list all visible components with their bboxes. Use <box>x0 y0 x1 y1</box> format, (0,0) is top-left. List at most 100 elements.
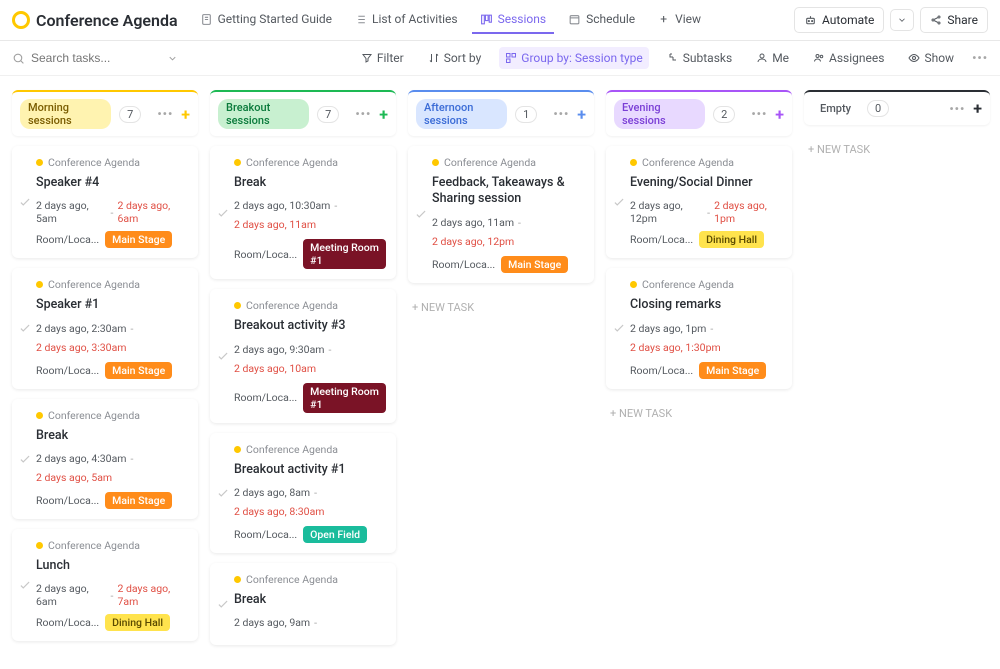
card-project: Conference Agenda <box>432 156 584 169</box>
location-label: Room/Loca... <box>36 233 99 246</box>
new-task-button[interactable]: + NEW TASK <box>408 293 594 322</box>
check-icon[interactable] <box>18 452 32 466</box>
me-button[interactable]: Me <box>750 47 795 69</box>
column-header: Evening sessions 2 ••• + <box>606 90 792 136</box>
share-icon <box>930 14 942 26</box>
project-dot-icon <box>234 446 241 453</box>
card-title: Feedback, Takeaways & Sharing session <box>432 175 584 208</box>
card-start: 2 days ago, 11am- <box>432 216 584 229</box>
project-dot-icon <box>234 302 241 309</box>
tab-getting-started[interactable]: Getting Started Guide <box>192 6 340 34</box>
column-count: 7 <box>119 106 141 123</box>
location-tag: Main Stage <box>699 362 766 379</box>
search-input[interactable] <box>31 51 161 65</box>
tab-add-view[interactable]: + View <box>649 6 709 34</box>
task-card[interactable]: Conference Agenda Breakout activity #1 2… <box>210 433 396 553</box>
task-card[interactable]: Conference Agenda Speaker #1 2 days ago,… <box>12 268 198 388</box>
check-icon[interactable] <box>216 597 230 611</box>
tab-label: View <box>675 12 701 26</box>
new-task-button[interactable]: + NEW TASK <box>804 135 990 164</box>
subtasks-button[interactable]: Subtasks <box>661 47 738 69</box>
tab-sessions[interactable]: Sessions <box>472 6 554 34</box>
column-count: 0 <box>867 100 889 117</box>
check-icon[interactable] <box>216 486 230 500</box>
task-card[interactable]: Conference Agenda Evening/Social Dinner … <box>606 146 792 258</box>
task-card[interactable]: Conference Agenda Break 2 days ago, 9am- <box>210 563 396 645</box>
add-card-button[interactable]: + <box>973 99 982 118</box>
tab-list-activities[interactable]: List of Activities <box>346 6 466 34</box>
card-project: Conference Agenda <box>234 573 386 586</box>
column-menu[interactable]: ••• <box>751 107 767 121</box>
project-dot-icon <box>36 542 43 549</box>
top-bar: Conference Agenda Getting Started Guide … <box>0 0 1000 41</box>
card-location-row: Room/Loca...Main Stage <box>36 492 188 509</box>
check-icon[interactable] <box>612 321 626 335</box>
location-tag: Open Field <box>303 526 367 543</box>
show-button[interactable]: Show <box>902 47 960 69</box>
assignees-button[interactable]: Assignees <box>807 47 890 69</box>
check-icon[interactable] <box>216 206 230 220</box>
filter-button[interactable]: Filter <box>355 47 410 69</box>
card-location-row: Room/Loca...Main Stage <box>432 256 584 273</box>
chevron-down-icon <box>897 15 907 25</box>
column-header: Empty 0 ••• + <box>804 90 990 125</box>
check-icon[interactable] <box>216 349 230 363</box>
sort-button[interactable]: Sort by <box>422 47 488 69</box>
column-menu[interactable]: ••• <box>949 102 965 116</box>
project-dot-icon <box>36 412 43 419</box>
task-card[interactable]: Conference Agenda Break 2 days ago, 10:3… <box>210 146 396 279</box>
more-menu[interactable]: ••• <box>972 51 988 65</box>
automate-button[interactable]: Automate <box>794 7 884 33</box>
task-card[interactable]: Conference Agenda Feedback, Takeaways & … <box>408 146 594 283</box>
column-pill: Empty <box>812 100 859 117</box>
tab-schedule[interactable]: Schedule <box>560 6 643 34</box>
location-label: Room/Loca... <box>630 364 693 377</box>
column-menu[interactable]: ••• <box>157 107 173 121</box>
task-card[interactable]: Conference Agenda Closing remarks 2 days… <box>606 268 792 388</box>
column: Evening sessions 2 ••• + Conference Agen… <box>606 90 792 428</box>
chevron-down-icon[interactable] <box>167 53 178 64</box>
add-card-button[interactable]: + <box>379 105 388 124</box>
card-due: 2 days ago, 12pm <box>432 235 584 248</box>
automate-dropdown[interactable] <box>890 9 914 31</box>
task-card[interactable]: Conference Agenda Lunch 2 days ago, 6am-… <box>12 529 198 641</box>
share-button[interactable]: Share <box>920 7 988 33</box>
column-count: 7 <box>317 106 339 123</box>
card-dates: 2 days ago, 6am-2 days ago, 7am <box>36 582 188 608</box>
card-title: Evening/Social Dinner <box>630 175 782 191</box>
check-icon[interactable] <box>18 321 32 335</box>
column-pill: Afternoon sessions <box>416 99 507 129</box>
column: Afternoon sessions 1 ••• + Conference Ag… <box>408 90 594 322</box>
task-card[interactable]: Conference Agenda Break 2 days ago, 4:30… <box>12 399 198 519</box>
location-label: Room/Loca... <box>630 233 693 246</box>
card-location-row: Room/Loca...Meeting Room #1 <box>234 239 386 269</box>
card-start: 2 days ago, 8am- <box>234 486 386 499</box>
new-task-button[interactable]: + NEW TASK <box>606 399 792 428</box>
column-menu[interactable]: ••• <box>553 107 569 121</box>
location-tag: Dining Hall <box>699 231 764 248</box>
plus-icon: + <box>657 13 670 26</box>
card-dates: 2 days ago, 5am-2 days ago, 6am <box>36 199 188 225</box>
search-icon <box>12 52 25 65</box>
column-menu[interactable]: ••• <box>355 107 371 121</box>
check-icon[interactable] <box>414 207 428 221</box>
add-card-button[interactable]: + <box>577 105 586 124</box>
project-dot-icon <box>36 281 43 288</box>
add-card-button[interactable]: + <box>775 105 784 124</box>
group-button[interactable]: Group by: Session type <box>499 47 648 69</box>
check-icon[interactable] <box>612 195 626 209</box>
column: Empty 0 ••• + + NEW TASK <box>804 90 990 164</box>
card-project: Conference Agenda <box>630 156 782 169</box>
tab-label: List of Activities <box>372 12 458 26</box>
location-label: Room/Loca... <box>36 616 99 629</box>
check-icon[interactable] <box>18 578 32 592</box>
location-label: Room/Loca... <box>234 391 297 404</box>
task-card[interactable]: Conference Agenda Speaker #4 2 days ago,… <box>12 146 198 258</box>
sort-icon <box>428 52 440 64</box>
location-tag: Main Stage <box>105 231 172 248</box>
task-card[interactable]: Conference Agenda Breakout activity #3 2… <box>210 289 396 422</box>
check-icon[interactable] <box>18 195 32 209</box>
card-due: 2 days ago, 8:30am <box>234 505 386 518</box>
add-card-button[interactable]: + <box>181 105 190 124</box>
card-due: 2 days ago, 3:30am <box>36 341 188 354</box>
